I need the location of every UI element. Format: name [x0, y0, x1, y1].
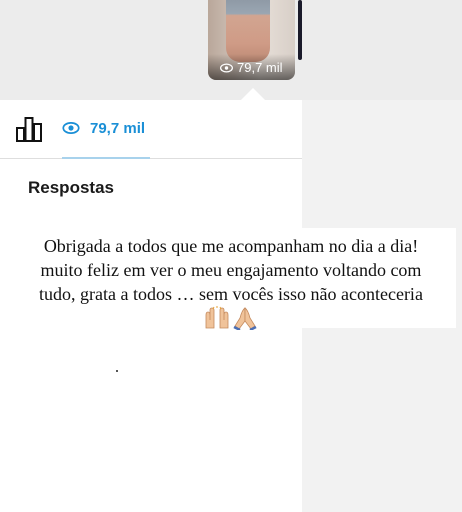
caption-overlay: Obrigada a todos que me acompanham no di… — [6, 228, 456, 330]
eye-icon — [62, 122, 80, 134]
selection-caret — [240, 88, 266, 101]
story-thumbnail[interactable]: 79,7 mil — [208, 0, 295, 80]
next-story-edge[interactable] — [298, 0, 302, 60]
bar-chart-icon[interactable] — [16, 116, 42, 142]
stats-tabs: 79,7 mil — [0, 100, 302, 159]
raising-hands-icon — [205, 306, 229, 329]
caption-line: muito feliz em ver o meu engajamento vol… — [40, 260, 422, 280]
caption-line: Obrigada a todos que me acompanham no di… — [43, 236, 419, 256]
tab-viewers[interactable]: 79,7 mil — [62, 100, 150, 159]
story-views: 79,7 mil — [220, 60, 283, 75]
caption-text: Obrigada a todos que me acompanham no di… — [10, 234, 452, 336]
caption-line: tudo, grata a todos … sem vocês isso não… — [39, 284, 423, 304]
story-image — [226, 0, 270, 62]
eye-icon — [220, 62, 233, 73]
folded-hands-icon — [233, 307, 257, 330]
views-count: 79,7 mil — [90, 120, 146, 137]
caption-emoji — [204, 306, 258, 330]
story-views-count: 79,7 mil — [237, 60, 283, 75]
section-title: Respostas — [28, 178, 114, 197]
